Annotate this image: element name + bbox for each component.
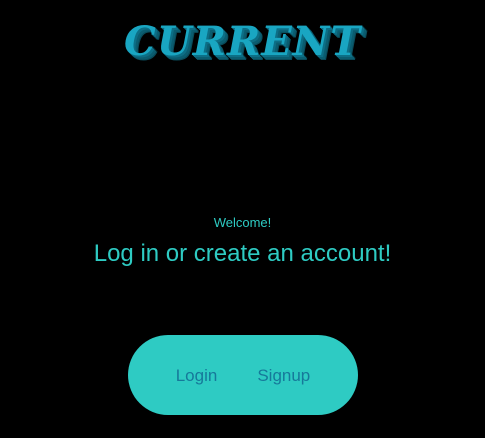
landing-page: CURRENT Welcome! Log in or create an acc… — [0, 0, 485, 438]
auth-button-group: Login Signup — [128, 335, 358, 415]
login-button[interactable]: Login — [176, 367, 218, 384]
signup-button[interactable]: Signup — [257, 367, 310, 384]
app-logo: CURRENT — [123, 18, 362, 65]
welcome-text: Welcome! — [213, 215, 272, 230]
page-headline: Log in or create an account! — [93, 240, 392, 267]
